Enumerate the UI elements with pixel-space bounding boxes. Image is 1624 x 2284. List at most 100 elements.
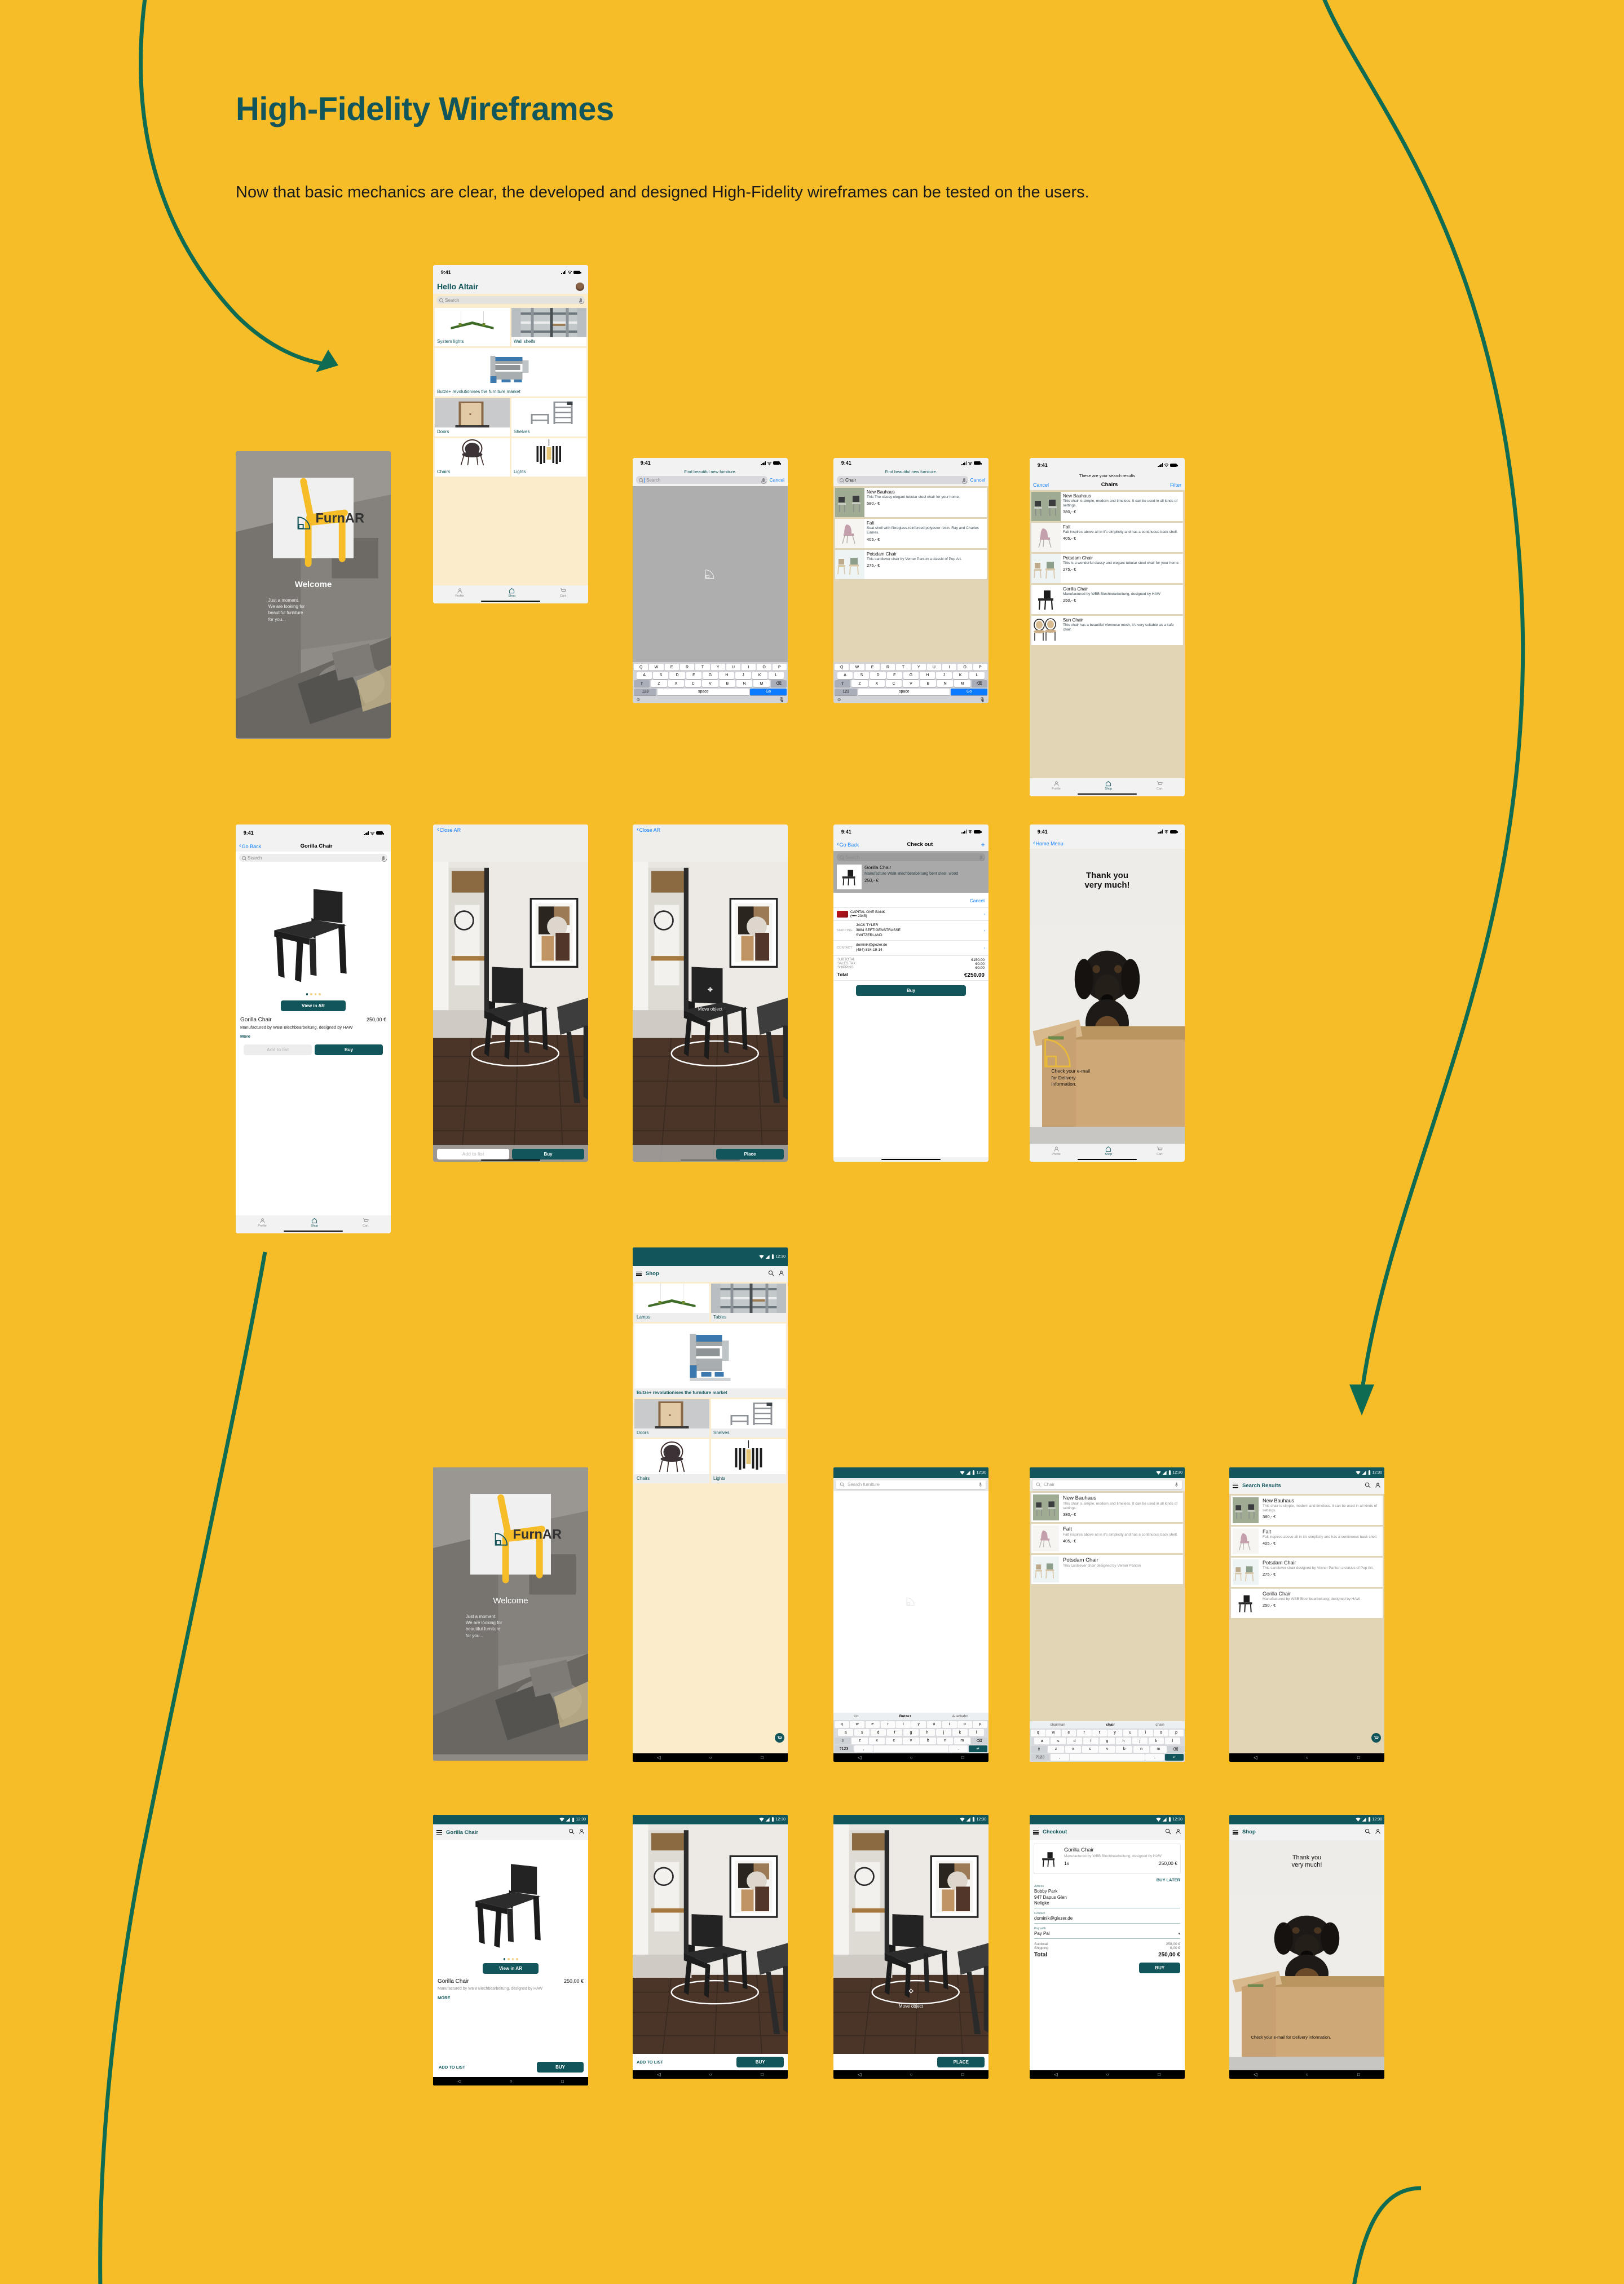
key[interactable]: u [926, 1721, 942, 1728]
result-row[interactable]: Sun Chair This chair has a beautiful Vie… [1031, 616, 1183, 646]
key[interactable]: E [664, 664, 679, 671]
key[interactable]: V [702, 680, 718, 687]
key[interactable]: c [885, 1737, 902, 1744]
recents-button[interactable]: □ [961, 2072, 964, 2077]
key[interactable]: Q [634, 664, 648, 671]
key[interactable]: G [903, 672, 919, 679]
key[interactable]: o [1154, 1729, 1168, 1736]
backspace-key[interactable]: ⌫ [971, 680, 987, 687]
buy-button[interactable]: Buy [315, 1044, 383, 1055]
view-in-ar-button[interactable]: View in AR [483, 1963, 539, 1974]
result-row[interactable]: Falt Falt inspires above all in it's sim… [1031, 523, 1183, 553]
key[interactable]: y [911, 1721, 926, 1728]
category-card[interactable]: Doors [435, 398, 510, 437]
key[interactable]: q [1031, 1729, 1045, 1736]
shift-key[interactable]: ⇧ [634, 680, 650, 687]
gallery-dots[interactable] [503, 1955, 518, 1963]
key[interactable]: b [1116, 1745, 1133, 1753]
tab-shop[interactable]: Shop [508, 588, 515, 598]
category-card[interactable]: Tables [711, 1283, 786, 1322]
key[interactable]: L [969, 672, 985, 679]
back-button[interactable]: ‹ Go Back [239, 843, 261, 849]
key[interactable]: M [954, 680, 970, 687]
key[interactable]: w [850, 1721, 864, 1728]
key[interactable]: i [942, 1721, 957, 1728]
microphone-icon[interactable] [1175, 1482, 1179, 1487]
key[interactable]: a [1034, 1738, 1050, 1744]
key[interactable]: J [936, 672, 952, 679]
key[interactable]: s [854, 1729, 870, 1736]
tab-cart[interactable]: Cart [1157, 781, 1163, 791]
key[interactable]: Y [710, 664, 725, 671]
search-input[interactable]: Chair [837, 476, 968, 484]
enter-key[interactable]: ↵ [968, 1745, 987, 1752]
numbers-key[interactable]: 123 [835, 688, 858, 695]
key[interactable]: q [835, 1721, 849, 1728]
key[interactable]: R [880, 664, 895, 671]
key[interactable]: W [649, 664, 664, 671]
key[interactable]: n [937, 1737, 954, 1744]
microphone-icon[interactable] [979, 855, 985, 861]
category-card[interactable]: Lamps [634, 1283, 709, 1322]
category-card-featured[interactable]: Butze+ revolutionises the furniture mark… [435, 348, 586, 397]
suggestion[interactable]: chair [1106, 1723, 1115, 1727]
key[interactable]: g [903, 1729, 919, 1736]
suggestion[interactable]: chairman [1050, 1723, 1065, 1727]
go-key[interactable]: Go [750, 688, 787, 695]
buy-later-button[interactable]: BUY LATER [1030, 1877, 1185, 1885]
dictation-icon[interactable]: 🎙 [779, 697, 784, 702]
buy-button[interactable]: Buy [856, 985, 966, 996]
search-icon[interactable] [1165, 1827, 1171, 1837]
move-handle-icon[interactable]: ✥ [708, 986, 713, 994]
back-button[interactable]: ◁ [1254, 1755, 1257, 1760]
key[interactable]: j [1132, 1738, 1148, 1744]
buy-button[interactable]: BUY [537, 2062, 584, 2073]
recents-button[interactable]: □ [1357, 1755, 1360, 1760]
result-row[interactable]: New Bauhaus This chair is simple, modern… [1031, 492, 1183, 522]
more-link[interactable]: More [240, 1034, 386, 1039]
category-card[interactable]: Shelves [711, 1399, 786, 1438]
dot-key[interactable]: . [1145, 1754, 1164, 1761]
key[interactable]: G [702, 672, 718, 679]
key[interactable]: W [850, 664, 864, 671]
recents-button[interactable]: □ [561, 2079, 564, 2084]
key[interactable]: h [919, 1729, 935, 1736]
enter-key[interactable]: ↵ [1164, 1754, 1184, 1761]
key[interactable]: T [695, 664, 710, 671]
key[interactable]: f [886, 1729, 903, 1736]
microphone-icon[interactable] [962, 478, 968, 484]
view-in-ar-button[interactable]: View in AR [280, 1000, 346, 1011]
key[interactable]: F [886, 672, 902, 679]
key[interactable]: B [719, 680, 735, 687]
key[interactable]: y [1107, 1729, 1122, 1736]
suggestion[interactable]: chain [1155, 1723, 1164, 1727]
category-card[interactable]: Lights [711, 1439, 786, 1483]
category-card[interactable]: Doors [634, 1399, 709, 1438]
space-key[interactable] [873, 1745, 948, 1752]
filter-button[interactable]: Filter [1170, 482, 1181, 488]
buy-button[interactable]: BUY [1139, 1962, 1180, 1973]
tab-shop[interactable]: Shop [1105, 1146, 1112, 1156]
search-icon[interactable] [1365, 1827, 1371, 1837]
result-row[interactable]: Falt Seat shell with fibreglass-reinforc… [835, 519, 987, 549]
key[interactable]: h [1115, 1738, 1132, 1744]
category-card[interactable]: Lights [511, 438, 586, 477]
key[interactable]: t [896, 1721, 911, 1728]
add-to-list-button[interactable]: Add to list [244, 1044, 312, 1055]
add-button[interactable]: + [981, 840, 985, 849]
key[interactable]: Y [911, 664, 926, 671]
buy-button[interactable]: BUY [736, 2057, 784, 2067]
back-button[interactable]: ◁ [858, 2072, 861, 2077]
microphone-icon[interactable] [579, 298, 584, 304]
key[interactable]: b [920, 1737, 937, 1744]
key[interactable]: I [742, 664, 756, 671]
avatar[interactable] [576, 282, 584, 291]
cart-fab[interactable] [775, 1733, 784, 1743]
tab-profile[interactable]: Profile [1052, 781, 1061, 791]
key[interactable]: a [838, 1729, 854, 1736]
suggestion[interactable]: Uo [854, 1714, 858, 1718]
key[interactable]: I [942, 664, 957, 671]
key[interactable]: v [1099, 1745, 1115, 1753]
key[interactable]: L [768, 672, 784, 679]
tab-cart[interactable]: Cart [1157, 1146, 1163, 1156]
